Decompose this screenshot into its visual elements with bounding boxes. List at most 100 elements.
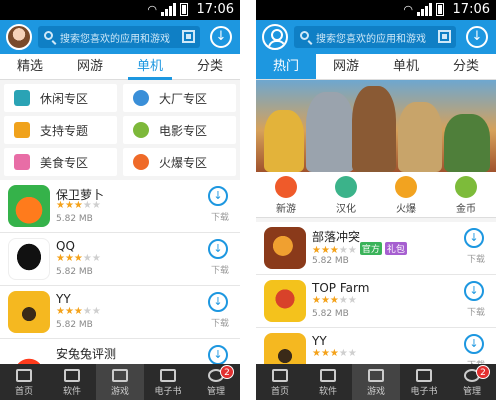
nav-ebooks[interactable]: 电子书 [400,364,448,400]
app-list: 部落冲突 ★★★★★ 官方 礼包 5.82 MB ↓ 下载 TOP Farm ★★★… [256,222,496,381]
rating-stars: ★★★★★ [56,253,101,264]
nav-home[interactable]: 首页 [256,364,304,400]
download-button[interactable]: ↓ [464,334,484,354]
wifi-icon: ◠ [147,3,157,16]
tab-single-player[interactable]: 单机 [120,54,180,80]
penguin-app-icon [8,238,50,280]
bottom-nav: 首页 软件 游戏 电子书 管理 2 [256,364,496,400]
list-item[interactable]: 保卫萝卜 ★★★★★ 5.82 MB ↓ 下载 [0,180,240,233]
featured-banner[interactable] [256,80,496,172]
download-button[interactable]: ↓ [464,228,484,248]
app-size: 5.82 MB [56,267,93,277]
rating-stars: ★★★★★ [56,200,101,211]
list-item[interactable]: 部落冲突 ★★★★★ 官方 礼包 5.82 MB ↓ 下载 [256,222,496,275]
nav-home[interactable]: 首页 [0,364,48,400]
apps-grid-icon [64,369,80,382]
rating-stars: ★★★★★ [312,295,357,306]
tab-single-player[interactable]: 单机 [376,54,436,79]
book-icon [416,369,432,382]
category-food[interactable]: 美食专区 [4,148,117,176]
clash-app-icon [264,227,306,269]
bottom-nav: 首页 软件 游戏 电子书 管理 2 [0,364,240,400]
app-list: 保卫萝卜 ★★★★★ 5.82 MB ↓ 下载 QQ ★★★★★ 5.82 MB… [0,180,240,392]
app-name: YY [312,334,327,348]
download-manager-button[interactable]: ↓ [466,26,488,48]
left-phone-screen: ◠ 17:06 搜索您喜欢的应用和游戏 ↓ 精选 网游 单机 分类 休闲专区 大… [0,0,240,400]
app-name: TOP Farm [312,281,370,295]
rocket-icon [14,122,30,138]
gamepad-icon [368,369,384,382]
app-size: 5.82 MB [56,214,93,224]
category-hot[interactable]: 火爆专区 [123,148,236,176]
download-button[interactable]: ↓ [208,239,228,259]
banner-figure [264,110,304,172]
category-big-studio[interactable]: 大厂专区 [123,84,236,112]
gamepad-icon [112,369,128,382]
nav-games[interactable]: 游戏 [352,364,400,400]
user-icon[interactable] [262,24,288,50]
tab-categories[interactable]: 分类 [180,54,240,79]
download-button[interactable]: ↓ [208,345,228,365]
nav-software[interactable]: 软件 [304,364,352,400]
nav-software[interactable]: 软件 [48,364,96,400]
notification-badge: 2 [476,365,490,379]
search-icon [300,31,309,40]
download-label: 下载 [466,255,485,265]
category-support[interactable]: 支持专题 [4,116,117,144]
status-icons: ◠ [147,3,188,16]
home-icon [272,369,288,382]
tab-online-games[interactable]: 网游 [316,54,376,79]
app-size: 5.82 MB [56,320,93,330]
bomb-icon [395,176,417,198]
quick-new-games[interactable]: 新游 [256,172,316,217]
signal-icon [161,3,176,16]
battery-icon [180,3,188,16]
tab-categories[interactable]: 分类 [436,54,496,79]
app-name: QQ [56,239,75,253]
brush-icon [335,176,357,198]
tab-hot[interactable]: 热门 [256,54,316,79]
home-icon [16,369,32,382]
top-bar: 搜索您喜欢的应用和游戏 ↓ [256,20,496,54]
nav-ebooks[interactable]: 电子书 [144,364,192,400]
tab-featured[interactable]: 精选 [0,54,60,79]
download-button[interactable]: ↓ [208,186,228,206]
rating-stars: ★★★★★ [56,306,101,317]
status-bar: ◠ 17:06 [256,0,496,20]
category-movie[interactable]: 电影专区 [123,116,236,144]
search-input[interactable]: 搜索您喜欢的应用和游戏 [38,26,200,48]
list-item[interactable]: YY ★★★★★ 5.82 MB ↓ 下载 [0,286,240,339]
list-item[interactable]: TOP Farm ★★★★★ 5.82 MB ↓ 下载 [256,275,496,328]
quick-chinese[interactable]: 汉化 [316,172,376,217]
rating-stars: ★★★★★ [312,348,357,359]
download-manager-button[interactable]: ↓ [210,26,232,48]
clock: 17:06 [452,2,490,17]
search-input[interactable]: 搜索您喜欢的应用和游戏 [294,26,456,48]
download-label: 下载 [466,308,485,318]
category-casual[interactable]: 休闲专区 [4,84,117,112]
film-reel-icon [133,122,149,138]
nav-manage[interactable]: 管理 2 [448,364,496,400]
search-icon [44,31,53,40]
raccoon-app-icon [8,291,50,333]
download-button[interactable]: ↓ [464,281,484,301]
qr-scan-icon[interactable] [438,30,451,43]
tab-online-games[interactable]: 网游 [60,54,120,79]
avatar[interactable] [6,24,32,50]
quick-coins[interactable]: 金币 [436,172,496,217]
banner-figure [352,86,396,172]
download-button[interactable]: ↓ [208,292,228,312]
nav-games[interactable]: 游戏 [96,364,144,400]
apps-grid-icon [320,369,336,382]
nav-manage[interactable]: 管理 2 [192,364,240,400]
app-size: 5.82 MB [312,256,349,266]
app-name: 安兔兔评测 [56,347,117,361]
list-item[interactable]: QQ ★★★★★ 5.82 MB ↓ 下载 [0,233,240,286]
status-bar: ◠ 17:06 [0,0,240,20]
quick-hot[interactable]: 火爆 [376,172,436,217]
app-size: 5.82 MB [312,309,349,319]
category-grid: 休闲专区 大厂专区 支持专题 电影专区 美食专区 火爆专区 [0,80,240,176]
qr-scan-icon[interactable] [182,30,195,43]
download-label: 下载 [210,266,229,276]
wifi-icon: ◠ [403,3,413,16]
